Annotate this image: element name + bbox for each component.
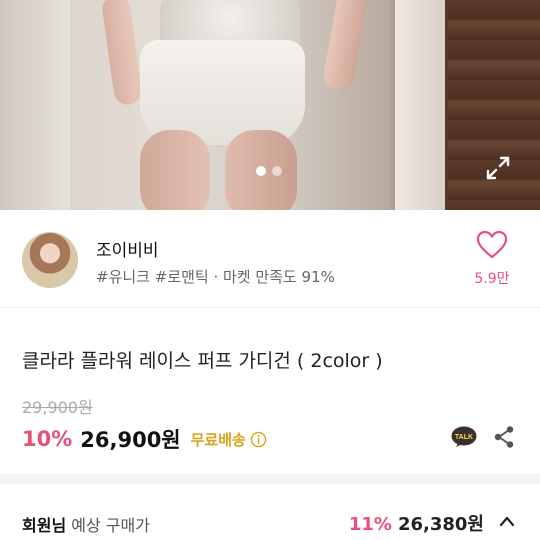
info-icon[interactable] xyxy=(250,431,267,448)
sale-price: 26,900원 xyxy=(80,428,181,452)
section-divider xyxy=(0,474,540,484)
seller-name[interactable]: 조이비비 xyxy=(96,236,159,261)
svg-text:TALK: TALK xyxy=(455,434,473,441)
image-arm xyxy=(321,0,369,92)
member-label-rest: 예상 구매가 xyxy=(66,516,150,535)
seller-row[interactable]: 조이비비 #유니크 #로맨틱 · 마켓 만족도 91% 5.9만 xyxy=(0,210,540,308)
member-price-row[interactable]: 회원님 예상 구매가 11% 26,380원 xyxy=(0,484,540,540)
avatar[interactable] xyxy=(22,232,78,288)
share-icon[interactable] xyxy=(493,425,515,449)
member-label-bold: 회원님 xyxy=(22,516,67,535)
free-shipping-badge: 무료배송 xyxy=(190,430,246,449)
heart-icon[interactable] xyxy=(476,230,508,260)
image-shorts xyxy=(140,40,305,145)
member-price: 11% 26,380원 xyxy=(349,510,484,536)
image-wall xyxy=(0,0,70,210)
like-button[interactable]: 5.9만 xyxy=(470,230,514,288)
like-count: 5.9만 xyxy=(474,271,510,287)
image-door xyxy=(395,0,445,210)
member-price-value: 26,380원 xyxy=(397,514,484,535)
chevron-up-icon[interactable] xyxy=(498,514,516,528)
image-leg xyxy=(140,130,210,210)
price-row: 10% 26,900원 무료배송 xyxy=(22,424,267,454)
pagination-dot-active[interactable] xyxy=(256,166,266,176)
image-arm xyxy=(100,0,144,107)
product-title: 클라라 플라워 레이스 퍼프 가디건 ( 2color ) xyxy=(22,350,383,372)
member-discount: 11% xyxy=(348,514,392,535)
expand-icon[interactable] xyxy=(484,154,512,182)
product-image[interactable] xyxy=(0,0,540,210)
kakao-talk-icon[interactable]: TALK xyxy=(451,426,477,448)
pagination-dot[interactable] xyxy=(272,166,282,176)
image-pagination xyxy=(256,166,282,176)
member-price-label: 회원님 예상 구매가 xyxy=(22,512,150,536)
discount-rate: 10% xyxy=(22,427,73,451)
seller-tags: #유니크 #로맨틱 · 마켓 만족도 91% xyxy=(96,268,335,286)
original-price: 29,900원 xyxy=(22,398,93,417)
